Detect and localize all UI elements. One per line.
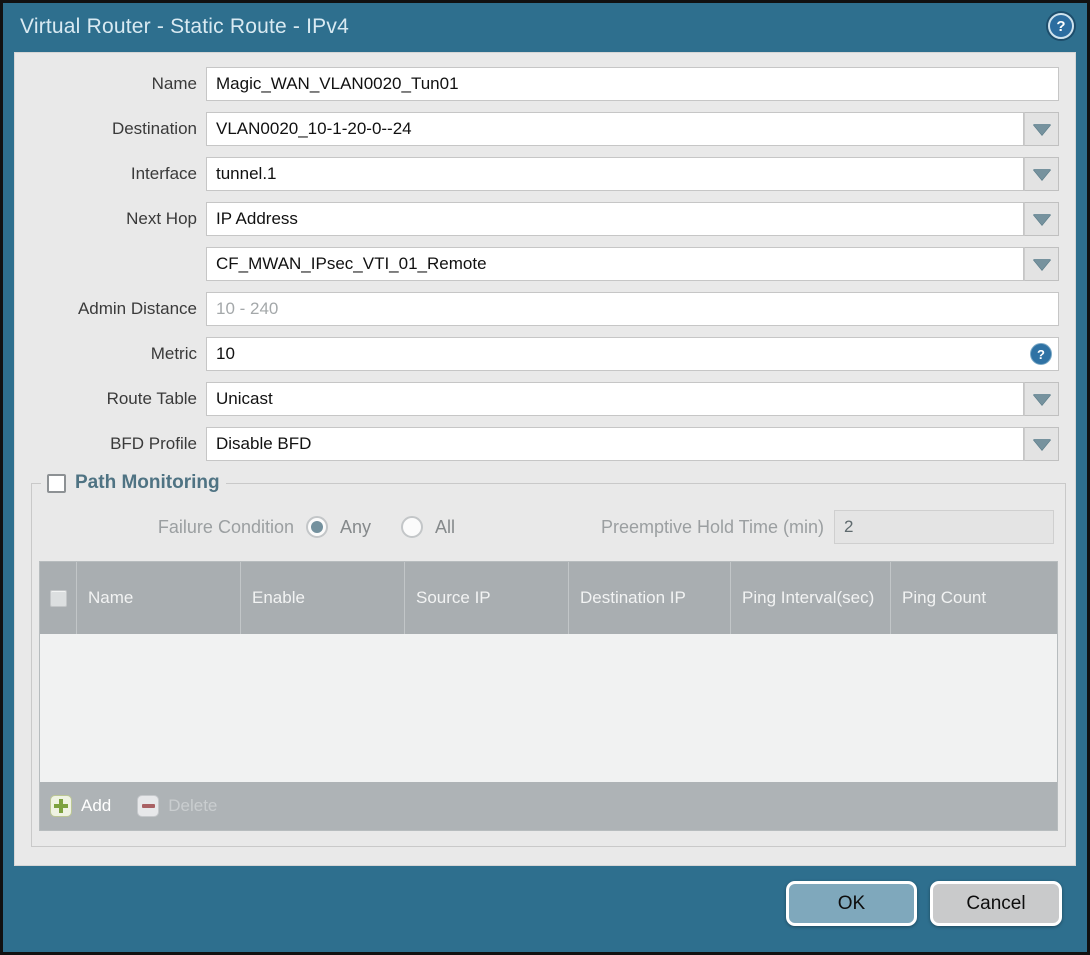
column-header-source-ip[interactable]: Source IP xyxy=(404,562,568,634)
name-input[interactable] xyxy=(206,67,1059,101)
form-row-next-hop: Next Hop xyxy=(15,202,1075,236)
dialog-body: Name Destination Interface xyxy=(14,52,1076,866)
next-hop-address-dropdown-button[interactable] xyxy=(1024,247,1059,281)
form-row-route-table: Route Table xyxy=(15,382,1075,416)
dialog-window: Virtual Router - Static Route - IPv4 ? N… xyxy=(0,0,1090,955)
column-header-ping-count[interactable]: Ping Count xyxy=(890,562,1057,634)
add-button[interactable]: Add xyxy=(50,795,111,817)
admin-distance-input[interactable] xyxy=(206,292,1059,326)
destination-label: Destination xyxy=(111,119,197,138)
radio-any-label: Any xyxy=(340,516,372,537)
column-header-enable[interactable]: Enable xyxy=(240,562,404,634)
next-hop-label: Next Hop xyxy=(126,209,197,228)
ok-button[interactable]: OK xyxy=(786,881,917,926)
dialog-title: Virtual Router - Static Route - IPv4 xyxy=(20,15,349,38)
column-header-destination-ip[interactable]: Destination IP xyxy=(568,562,730,634)
chevron-down-icon xyxy=(1032,393,1051,405)
metric-input[interactable] xyxy=(206,337,1059,371)
interface-dropdown-button[interactable] xyxy=(1024,157,1059,191)
table-header-row: Name Enable Source IP Destination IP Pin… xyxy=(40,562,1057,634)
form-row-destination: Destination xyxy=(15,112,1075,146)
delete-button-label: Delete xyxy=(168,796,218,815)
path-monitoring-checkbox[interactable] xyxy=(47,473,66,493)
column-header-ping-interval[interactable]: Ping Interval(sec) xyxy=(730,562,890,634)
add-button-label: Add xyxy=(81,796,112,815)
route-table-label: Route Table xyxy=(106,389,197,408)
destination-input[interactable] xyxy=(206,112,1024,146)
column-header-name[interactable]: Name xyxy=(76,562,240,634)
radio-all-label: All xyxy=(435,516,456,537)
form-row-interface: Interface xyxy=(15,157,1075,191)
route-table-input[interactable] xyxy=(206,382,1024,416)
failure-condition-option-any[interactable]: Any xyxy=(306,516,371,538)
cancel-button[interactable]: Cancel xyxy=(930,881,1062,926)
bfd-profile-dropdown-button[interactable] xyxy=(1024,427,1059,461)
table-body-empty xyxy=(40,634,1057,782)
preemptive-hold-time-input[interactable] xyxy=(834,510,1054,544)
admin-distance-label: Admin Distance xyxy=(77,299,197,318)
chevron-down-icon xyxy=(1032,258,1051,270)
radio-any[interactable] xyxy=(306,516,328,538)
table-footer-bar: Add Delete xyxy=(40,782,1057,830)
help-icon[interactable]: ? xyxy=(1048,13,1074,39)
chevron-down-icon xyxy=(1032,168,1051,180)
radio-all[interactable] xyxy=(401,516,424,538)
next-hop-type-dropdown-button[interactable] xyxy=(1024,202,1059,236)
failure-condition-row: Failure Condition Any All Preemptive Hol… xyxy=(39,510,1058,544)
form-row-next-hop-address xyxy=(15,247,1075,281)
next-hop-type-input[interactable] xyxy=(206,202,1024,236)
form-row-admin-distance: Admin Distance xyxy=(15,292,1075,326)
form-row-bfd-profile: BFD Profile xyxy=(15,427,1075,461)
chevron-down-icon xyxy=(1032,213,1051,225)
chevron-down-icon xyxy=(1032,123,1051,135)
metric-label: Metric xyxy=(150,344,197,363)
bfd-profile-input[interactable] xyxy=(206,427,1024,461)
next-hop-address-input[interactable] xyxy=(206,247,1024,281)
bfd-profile-label: BFD Profile xyxy=(110,434,197,453)
name-label: Name xyxy=(151,74,197,93)
path-monitoring-legend: Path Monitoring xyxy=(41,472,226,494)
failure-condition-option-all[interactable]: All xyxy=(401,516,455,538)
chevron-down-icon xyxy=(1032,438,1051,450)
destination-dropdown-button[interactable] xyxy=(1024,112,1059,146)
form-row-metric: Metric ? xyxy=(15,337,1075,371)
path-monitoring-table: Name Enable Source IP Destination IP Pin… xyxy=(39,561,1058,831)
interface-label: Interface xyxy=(130,164,197,183)
metric-help-icon[interactable]: ? xyxy=(1030,343,1052,365)
header-select-all-cell xyxy=(40,562,76,634)
delete-button[interactable]: Delete xyxy=(137,795,217,817)
preemptive-hold-time-label: Preemptive Hold Time (min) xyxy=(600,516,824,537)
interface-input[interactable] xyxy=(206,157,1024,191)
route-table-dropdown-button[interactable] xyxy=(1024,382,1059,416)
minus-icon xyxy=(137,795,160,817)
path-monitoring-title: Path Monitoring xyxy=(75,472,220,493)
select-all-checkbox[interactable] xyxy=(49,589,67,607)
failure-condition-label: Failure Condition xyxy=(157,516,294,537)
preemptive-hold-time-group: Preemptive Hold Time (min) xyxy=(601,510,1058,544)
plus-icon xyxy=(50,795,72,817)
form-row-name: Name xyxy=(15,67,1075,101)
path-monitoring-group: Path Monitoring Failure Condition Any Al… xyxy=(31,472,1066,847)
